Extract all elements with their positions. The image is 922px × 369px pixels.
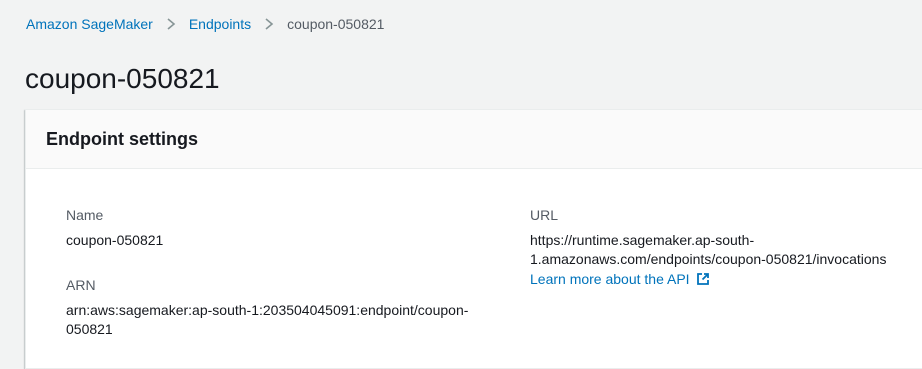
breadcrumb: Amazon SageMaker Endpoints coupon-050821: [26, 15, 384, 33]
arn-value-line1: arn:aws:sagemaker:ap-south-1:20350404509…: [66, 302, 469, 318]
arn-label: ARN: [66, 277, 96, 293]
endpoint-settings-panel: Endpoint settings Name coupon-050821 ARN…: [25, 109, 922, 369]
url-label: URL: [530, 207, 559, 223]
breadcrumb-endpoints-link[interactable]: Endpoints: [189, 15, 251, 33]
name-value: coupon-050821: [66, 232, 164, 248]
external-link-icon: [696, 272, 710, 286]
panel-header: Endpoint settings: [26, 110, 922, 169]
breadcrumb-sagemaker-link[interactable]: Amazon SageMaker: [26, 15, 153, 33]
learn-more-api-link[interactable]: Learn more about the API: [530, 269, 710, 289]
learn-more-label: Learn more about the API: [530, 271, 690, 287]
chevron-right-icon: [153, 15, 189, 33]
url-value-line2: 1.amazonaws.com/endpoints/coupon-050821/…: [530, 251, 887, 267]
chevron-right-icon: [251, 15, 287, 33]
panel-title: Endpoint settings: [46, 129, 198, 149]
page-title: coupon-050821: [25, 63, 220, 94]
name-label: Name: [66, 207, 104, 223]
arn-value-line2: 050821: [66, 321, 113, 337]
url-value-line1: https://runtime.sagemaker.ap-south-: [530, 232, 755, 248]
breadcrumb-current: coupon-050821: [287, 16, 385, 32]
